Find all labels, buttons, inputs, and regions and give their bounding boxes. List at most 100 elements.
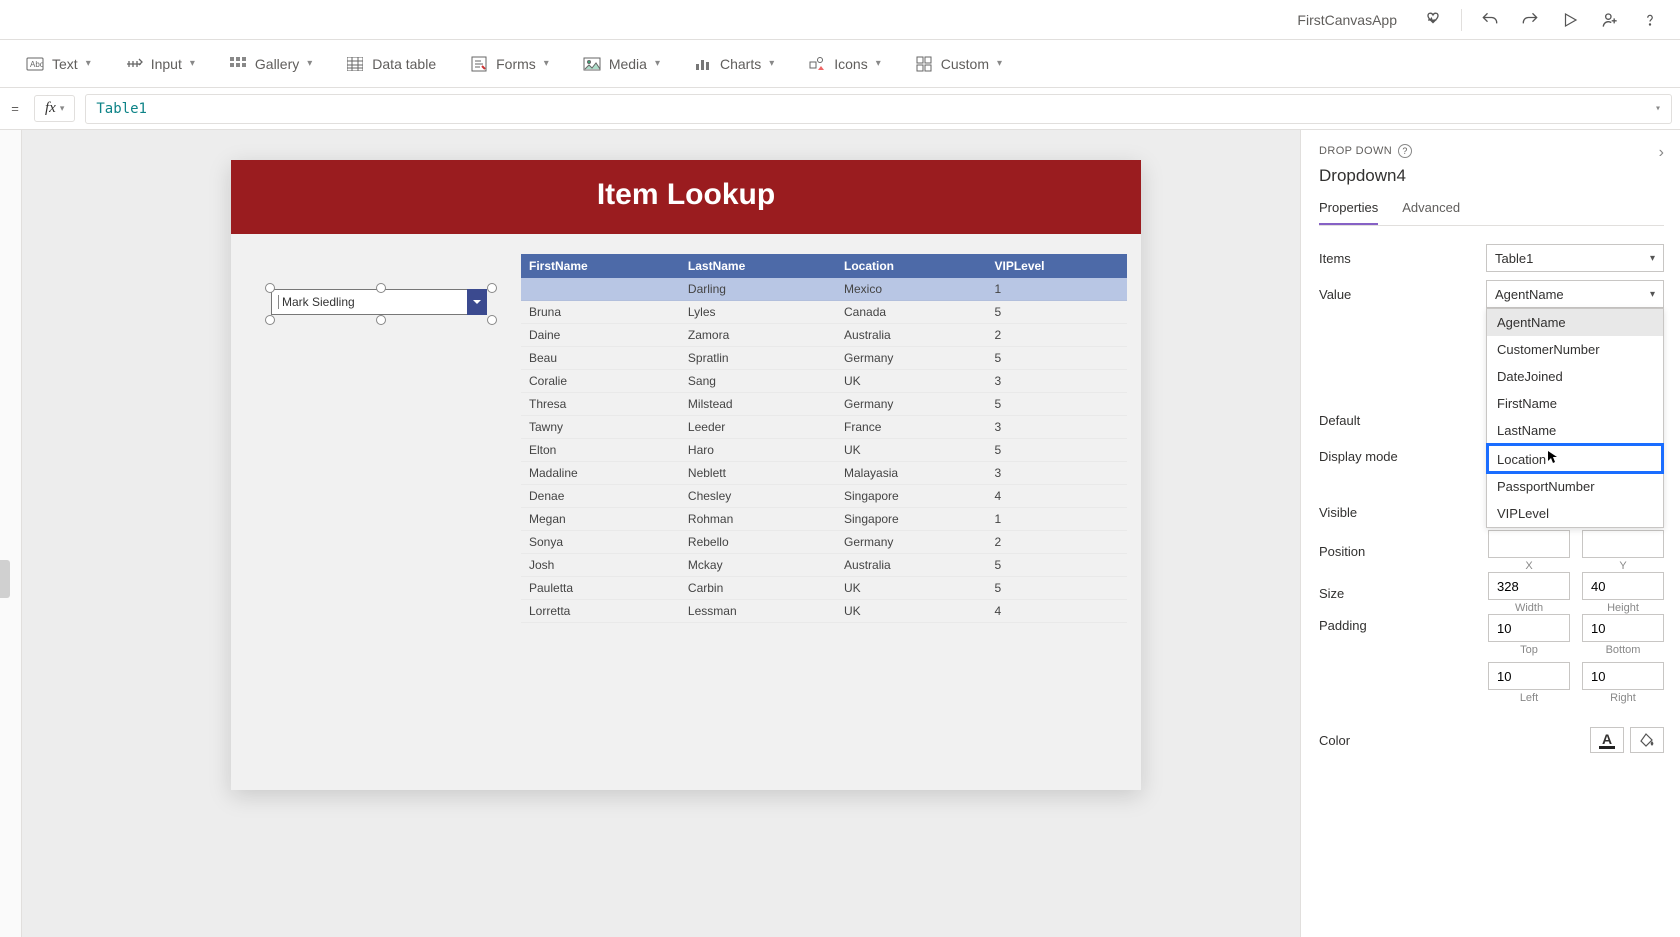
dropdown-option[interactable]: VIPLevel	[1487, 500, 1663, 527]
ribbon-forms-label: Forms	[496, 56, 536, 72]
left-rail-handle[interactable]	[0, 560, 10, 598]
left-rail	[0, 130, 22, 937]
divider	[1461, 9, 1462, 31]
help-icon[interactable]	[1638, 8, 1662, 32]
formula-bar: = fx▾ Table1 ▾	[0, 88, 1680, 130]
share-icon[interactable]	[1598, 8, 1622, 32]
table-row[interactable]: DarlingMexico1	[521, 278, 1127, 301]
table-row[interactable]: CoralieSangUK3	[521, 370, 1127, 393]
resize-handle[interactable]	[265, 315, 275, 325]
prop-color-label: Color	[1319, 733, 1590, 748]
app-header: FirstCanvasApp	[0, 0, 1680, 40]
tab-properties[interactable]: Properties	[1319, 196, 1378, 225]
size-height-input[interactable]	[1582, 572, 1664, 600]
dropdown-option[interactable]: DateJoined	[1487, 363, 1663, 390]
ribbon-gallery[interactable]: Gallery▾	[229, 55, 312, 73]
resize-handle[interactable]	[376, 315, 386, 325]
table-row[interactable]: EltonHaroUK5	[521, 439, 1127, 462]
ribbon-datatable-label: Data table	[372, 56, 436, 72]
charts-icon	[694, 55, 712, 73]
table-row[interactable]: BeauSpratlinGermany5	[521, 347, 1127, 370]
ribbon-media[interactable]: Media▾	[583, 55, 660, 73]
undo-icon[interactable]	[1478, 8, 1502, 32]
table-row[interactable]: JoshMckayAustralia5	[521, 554, 1127, 577]
text-icon: Abc	[26, 55, 44, 73]
padding-top-input[interactable]	[1488, 614, 1570, 642]
equals-label: =	[6, 101, 24, 116]
canvas-dropdown-chevron[interactable]	[467, 289, 487, 315]
dropdown-option[interactable]: Location	[1487, 444, 1663, 473]
padding-left-input[interactable]	[1488, 662, 1570, 690]
tab-advanced[interactable]: Advanced	[1402, 196, 1460, 225]
table-header[interactable]: LastName	[680, 254, 836, 278]
ribbon-datatable[interactable]: Data table	[346, 55, 436, 73]
table-row[interactable]: PaulettaCarbinUK5	[521, 577, 1127, 600]
size-width-input[interactable]	[1488, 572, 1570, 600]
dropdown-option[interactable]: FirstName	[1487, 390, 1663, 417]
formula-expand-icon[interactable]: ▾	[1655, 103, 1661, 114]
dropdown-option[interactable]: LastName	[1487, 417, 1663, 444]
table-row[interactable]: TawnyLeederFrance3	[521, 416, 1127, 439]
health-icon[interactable]	[1421, 8, 1445, 32]
table-row[interactable]: SonyaRebelloGermany2	[521, 531, 1127, 554]
table-row[interactable]: MadalineNeblettMalayasia3	[521, 462, 1127, 485]
table-row[interactable]: LorrettaLessmanUK4	[521, 600, 1127, 623]
prop-value-dropdown[interactable]: AgentName▾	[1486, 280, 1664, 308]
canvas-area[interactable]: Item Lookup Mark Siedling	[22, 130, 1300, 937]
control-name: Dropdown4	[1319, 166, 1664, 186]
prop-items-dropdown[interactable]: Table1▾	[1486, 244, 1664, 272]
ribbon-input-label: Input	[151, 56, 182, 72]
padding-bottom-input[interactable]	[1582, 614, 1664, 642]
dropdown-option[interactable]: PassportNumber	[1487, 473, 1663, 500]
gallery-icon	[229, 55, 247, 73]
ribbon-charts[interactable]: Charts▾	[694, 55, 774, 73]
ribbon-icons[interactable]: Icons▾	[808, 55, 881, 73]
ribbon-custom-label: Custom	[941, 56, 989, 72]
position-y-input[interactable]	[1582, 530, 1664, 558]
table-header[interactable]: FirstName	[521, 254, 680, 278]
prop-value-label: Value	[1319, 287, 1486, 302]
svg-text:Abc: Abc	[30, 60, 44, 69]
table-header[interactable]: VIPLevel	[986, 254, 1127, 278]
ribbon-input[interactable]: Input▾	[125, 55, 195, 73]
app-name: FirstCanvasApp	[1297, 12, 1397, 28]
panel-expand-icon[interactable]: ›	[1659, 144, 1664, 162]
ribbon-icons-label: Icons	[834, 56, 867, 72]
font-color-chip[interactable]: A	[1590, 727, 1624, 753]
table-row[interactable]: DaineZamoraAustralia2	[521, 324, 1127, 347]
size-height-sublabel: Height	[1607, 602, 1639, 614]
table-row[interactable]: ThresaMilsteadGermany5	[521, 393, 1127, 416]
prop-value-dropdown-list[interactable]: AgentNameCustomerNumberDateJoinedFirstNa…	[1486, 308, 1664, 528]
fx-selector[interactable]: fx▾	[34, 95, 75, 122]
position-x-input[interactable]	[1488, 530, 1570, 558]
table-row[interactable]: BrunaLylesCanada5	[521, 301, 1127, 324]
resize-handle[interactable]	[376, 283, 386, 293]
fill-color-chip[interactable]	[1630, 727, 1664, 753]
resize-handle[interactable]	[487, 315, 497, 325]
prop-size-label: Size	[1319, 586, 1488, 601]
properties-panel: DROP DOWN ? › Dropdown4 Properties Advan…	[1300, 130, 1680, 937]
redo-icon[interactable]	[1518, 8, 1542, 32]
custom-icon	[915, 55, 933, 73]
ribbon-custom[interactable]: Custom▾	[915, 55, 1002, 73]
canvas-dropdown-control[interactable]: Mark Siedling	[271, 289, 491, 319]
padding-right-input[interactable]	[1582, 662, 1664, 690]
table-row[interactable]: DenaeChesleySingapore4	[521, 485, 1127, 508]
ribbon-forms[interactable]: Forms▾	[470, 55, 549, 73]
formula-value: Table1	[96, 101, 147, 117]
dropdown-option[interactable]: CustomerNumber	[1487, 336, 1663, 363]
resize-handle[interactable]	[487, 283, 497, 293]
table-row[interactable]: MeganRohmanSingapore1	[521, 508, 1127, 531]
table-header[interactable]: Location	[836, 254, 986, 278]
ribbon-text[interactable]: Abc Text▾	[26, 55, 91, 73]
datatable-icon	[346, 55, 364, 73]
size-width-sublabel: Width	[1515, 602, 1543, 614]
play-icon[interactable]	[1558, 8, 1582, 32]
canvas-data-table[interactable]: FirstNameLastNameLocationVIPLevel Darlin…	[521, 254, 1127, 623]
help-badge-icon[interactable]: ?	[1398, 144, 1412, 158]
prop-position-label: Position	[1319, 544, 1488, 559]
resize-handle[interactable]	[265, 283, 275, 293]
dropdown-option[interactable]: AgentName	[1487, 309, 1663, 336]
icons-icon	[808, 55, 826, 73]
formula-input[interactable]: Table1 ▾	[85, 94, 1672, 124]
